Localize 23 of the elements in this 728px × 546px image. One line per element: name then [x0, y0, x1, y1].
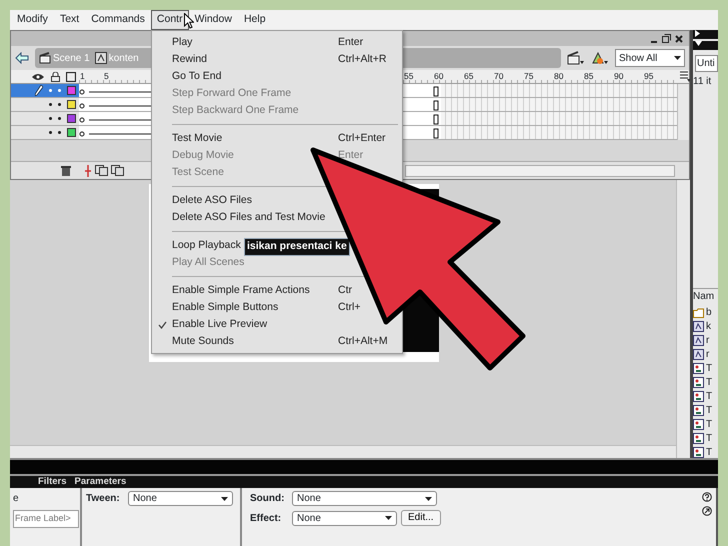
frame-number: 75 — [524, 71, 534, 81]
field-label: e — [13, 492, 20, 506]
frame-number: 5 — [104, 71, 109, 81]
frame-number: 85 — [584, 71, 594, 81]
frame-number: 55 — [404, 71, 414, 81]
field-label: Tween: — [86, 492, 121, 506]
shortcut-label: Enter — [338, 148, 364, 163]
frame-number: 70 — [494, 71, 504, 81]
shortcut-label: Enter — [338, 34, 364, 50]
item-count: 11 it — [693, 74, 712, 89]
shortcut-label: Ctr — [338, 282, 352, 298]
frame-number: 1 — [80, 71, 85, 81]
frame-number: 95 — [644, 71, 654, 81]
frame-number: 65 — [464, 71, 474, 81]
field-label: Effect: — [250, 512, 282, 526]
frame-number: 60 — [434, 71, 444, 81]
frame-number: 80 — [554, 71, 564, 81]
frame-number: 90 — [614, 71, 624, 81]
field-label: Sound: — [250, 492, 286, 506]
shortcut-label: Ctrl+ — [338, 300, 360, 315]
shortcut-label: Ctrl+Enter — [338, 130, 386, 146]
shortcut-label: Ctrl+Alt+R — [338, 52, 386, 67]
shortcut-label: Ctrl+Alt+M — [338, 334, 388, 349]
